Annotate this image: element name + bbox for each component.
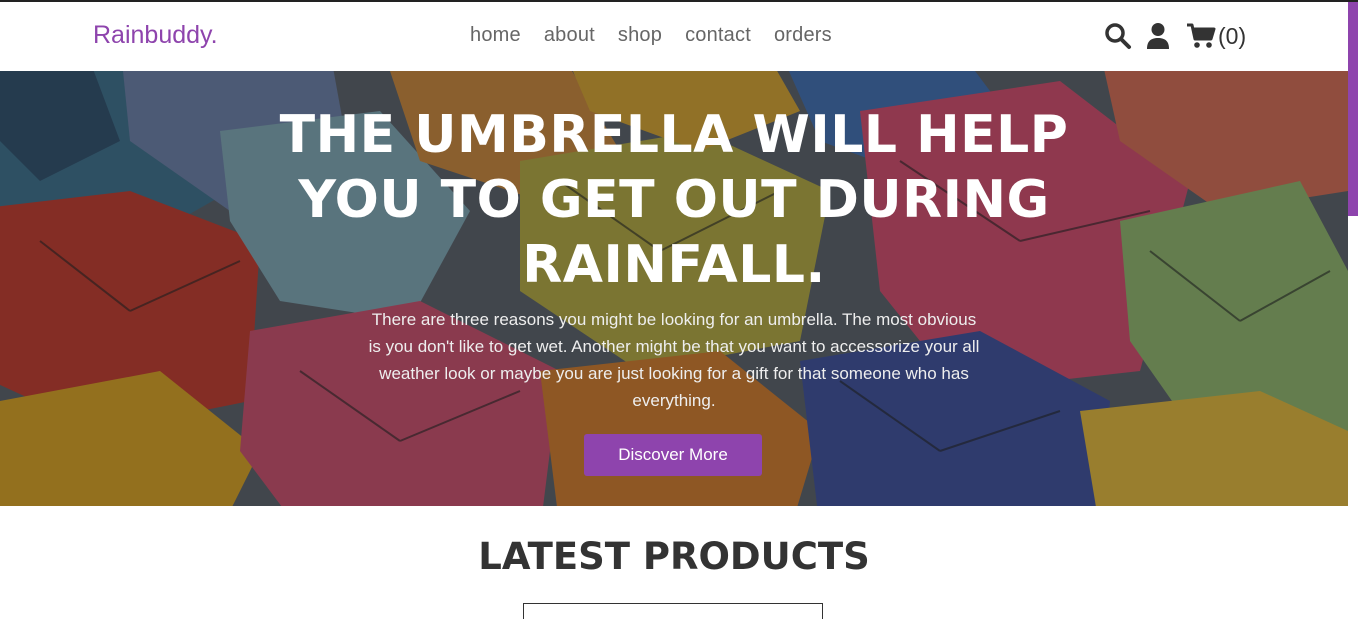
latest-products-title: LATEST PRODUCTS — [478, 535, 870, 578]
main-nav: home about shop contact orders — [470, 24, 855, 47]
nav-home[interactable]: home — [470, 24, 521, 47]
nav-about[interactable]: about — [544, 24, 595, 47]
discover-more-button[interactable]: Discover More — [584, 434, 762, 476]
cart-count[interactable]: (0) — [1218, 23, 1246, 50]
brand-logo[interactable]: Rainbuddy. — [93, 21, 218, 50]
hero-title: THE UMBRELLA WILL HELP YOU TO GET OUT DU… — [279, 105, 1069, 295]
hero-banner: THE UMBRELLA WILL HELP YOU TO GET OUT DU… — [0, 71, 1348, 506]
nav-shop[interactable]: shop — [618, 24, 662, 47]
cart-icon[interactable] — [1186, 22, 1216, 50]
header-icons: (0) — [1104, 22, 1246, 50]
scrollbar-thumb[interactable] — [1348, 2, 1358, 216]
hero-description: There are three reasons you might be loo… — [368, 310, 980, 410]
user-icon[interactable] — [1146, 22, 1170, 50]
search-icon[interactable] — [1104, 22, 1132, 50]
nav-contact[interactable]: contact — [685, 24, 751, 47]
site-header: Rainbuddy. home about shop contact order… — [0, 2, 1348, 71]
nav-orders[interactable]: orders — [774, 24, 832, 47]
product-card[interactable] — [523, 603, 823, 619]
